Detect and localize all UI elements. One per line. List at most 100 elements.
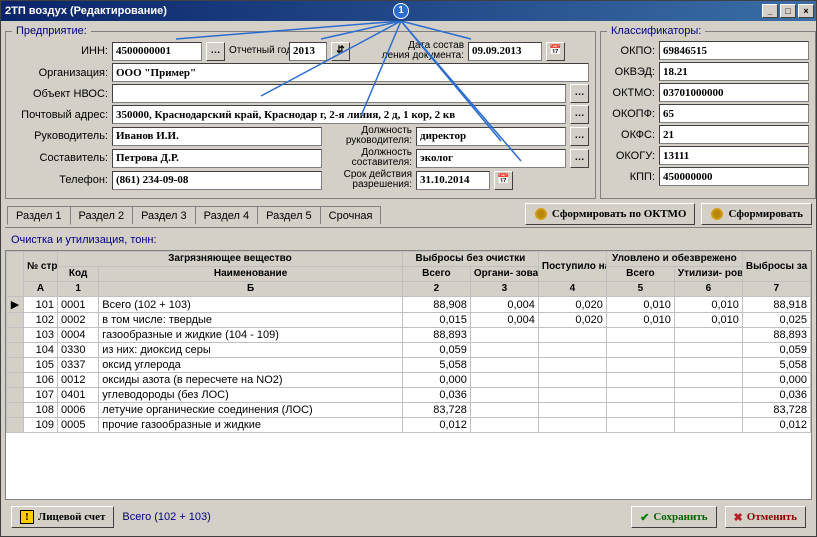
status-text: Всего (102 + 103) (122, 511, 210, 523)
table-row[interactable]: 1040330из них: диоксид серы0,0590,059 (7, 343, 811, 358)
year-picker-button[interactable]: ⇵ (331, 42, 350, 61)
okved-input[interactable] (659, 62, 809, 81)
comp-label: Составитель: (12, 152, 108, 164)
tab-section-1[interactable]: Раздел 1 (7, 206, 71, 225)
kpp-input[interactable] (659, 167, 809, 186)
comp-input[interactable] (112, 149, 322, 168)
row-indicator (7, 313, 24, 328)
okopf-input[interactable] (659, 104, 809, 123)
window-title: 2ТП воздух (Редактирование) (5, 5, 760, 17)
nvos-lookup-button[interactable]: … (570, 84, 589, 103)
head-pos-lookup-button[interactable]: … (570, 127, 589, 146)
head-label: Руководитель: (12, 130, 108, 142)
addr-input[interactable] (112, 105, 566, 124)
comp-pos-input[interactable] (416, 149, 566, 168)
gear-icon (710, 207, 724, 221)
comp-pos-label: Должностьсоставителя: (326, 148, 412, 168)
account-button[interactable]: !Лицевой счет (11, 506, 114, 528)
okfs-label: ОКФС: (607, 129, 655, 141)
form-button[interactable]: Сформировать (701, 203, 812, 225)
data-grid[interactable]: № стр. Загрязняющее вещество Выбросы без… (5, 250, 812, 500)
row-indicator (7, 418, 24, 433)
row-indicator: ▶ (7, 297, 24, 313)
classifiers-group: Классификаторы: ОКПО: ОКВЭД: ОКТМО: ОКОП… (600, 25, 816, 199)
callout-badge: 1 (393, 3, 409, 19)
col-captured: Уловлено и обезврежено (606, 252, 742, 267)
org-label: Организация: (12, 67, 108, 79)
table-row[interactable]: 1070401углеводороды (без ЛОС)0,0360,036 (7, 388, 811, 403)
okfs-input[interactable] (659, 125, 809, 144)
doc-date-label: Дата составления документа: (354, 41, 464, 61)
tab-urgent[interactable]: Срочная (320, 206, 382, 224)
enterprise-legend: Предприятие: (12, 25, 91, 37)
table-row[interactable]: 1020002в том числе: твердые0,0150,0040,0… (7, 313, 811, 328)
tab-section-3[interactable]: Раздел 3 (132, 206, 196, 224)
col-pollutant: Загрязняющее вещество (58, 252, 403, 267)
okopf-label: ОКОПФ: (607, 108, 655, 120)
row-indicator (7, 328, 24, 343)
col-to-clean: Поступило на очистку всего: (538, 252, 606, 282)
oktmo-label: ОКТМО: (607, 87, 655, 99)
head-input[interactable] (112, 127, 322, 146)
nvos-input[interactable] (112, 84, 566, 103)
doc-date-picker-button[interactable]: 📅 (546, 42, 565, 61)
permit-label: Срок действияразрешения: (326, 170, 412, 190)
col-kod: Код (58, 267, 99, 282)
col-organiz: Органи- зованные (470, 267, 538, 282)
tab-section-5[interactable]: Раздел 5 (257, 206, 321, 224)
table-row[interactable]: 1050337оксид углерода5,0585,058 (7, 358, 811, 373)
inn-lookup-button[interactable]: … (206, 42, 225, 61)
table-row[interactable]: 1030004газообразные и жидкие (104 - 109)… (7, 328, 811, 343)
permit-input[interactable] (416, 171, 490, 190)
okogu-input[interactable] (659, 146, 809, 165)
cancel-button[interactable]: ✖Отменить (725, 506, 806, 528)
head-pos-label: Должностьруководителя: (326, 126, 412, 146)
row-indicator (7, 388, 24, 403)
org-input[interactable] (112, 63, 589, 82)
col-name: Наименование (99, 267, 403, 282)
maximize-button[interactable]: □ (780, 4, 796, 18)
okogu-label: ОКОГУ: (607, 150, 655, 162)
col-vsego1: Всего (402, 267, 470, 282)
col-util: Утилизи- ровано (674, 267, 742, 282)
col-indicator (7, 252, 24, 297)
table-row[interactable]: ▶1010001Всего (102 + 103)88,9080,0040,02… (7, 297, 811, 313)
okpo-input[interactable] (659, 41, 809, 60)
tab-bar: Раздел 1 Раздел 2 Раздел 3 Раздел 4 Разд… (5, 203, 812, 228)
oktmo-input[interactable] (659, 83, 809, 102)
tab-section-4[interactable]: Раздел 4 (195, 206, 259, 224)
save-button[interactable]: ✔Сохранить (631, 506, 716, 528)
phone-input[interactable] (112, 171, 322, 190)
addr-lookup-button[interactable]: … (570, 105, 589, 124)
head-pos-input[interactable] (416, 127, 566, 146)
tab-section-2[interactable]: Раздел 2 (70, 206, 134, 224)
col-year: Выбросы за отчетный год (742, 252, 810, 282)
classifiers-legend: Классификаторы: (607, 25, 705, 37)
app-window: 2ТП воздух (Редактирование) _ □ × 1 Пред… (0, 0, 817, 537)
col-no-clean: Выбросы без очистки (402, 252, 538, 267)
phone-label: Телефон: (12, 174, 108, 186)
year-label: Отчетный год: (229, 46, 285, 56)
addr-label: Почтовый адрес: (12, 109, 108, 121)
gear-icon (534, 207, 548, 221)
table-row[interactable]: 1090005прочие газообразные и жидкие0,012… (7, 418, 811, 433)
table-row[interactable]: 1080006летучие органические соединения (… (7, 403, 811, 418)
enterprise-group: Предприятие: ИНН: … Отчетный год: ⇵ Дата… (5, 25, 596, 199)
kpp-label: КПП: (607, 171, 655, 183)
comp-pos-lookup-button[interactable]: … (570, 149, 589, 168)
col-vsego2: Всего (606, 267, 674, 282)
year-input[interactable] (289, 42, 327, 61)
row-indicator (7, 343, 24, 358)
close-button[interactable]: × (798, 4, 814, 18)
warning-icon: ! (20, 510, 34, 524)
form-by-oktmo-button[interactable]: Сформировать по ОКТМО (525, 203, 696, 225)
table-row[interactable]: 1060012оксиды азота (в пересчете на NO2)… (7, 373, 811, 388)
inn-label: ИНН: (12, 45, 108, 57)
permit-date-picker-button[interactable]: 📅 (494, 171, 513, 190)
inn-input[interactable] (112, 42, 202, 61)
bottom-bar: !Лицевой счет Всего (102 + 103) ✔Сохрани… (5, 502, 812, 532)
doc-date-input[interactable] (468, 42, 542, 61)
row-indicator (7, 403, 24, 418)
minimize-button[interactable]: _ (762, 4, 778, 18)
row-indicator (7, 358, 24, 373)
